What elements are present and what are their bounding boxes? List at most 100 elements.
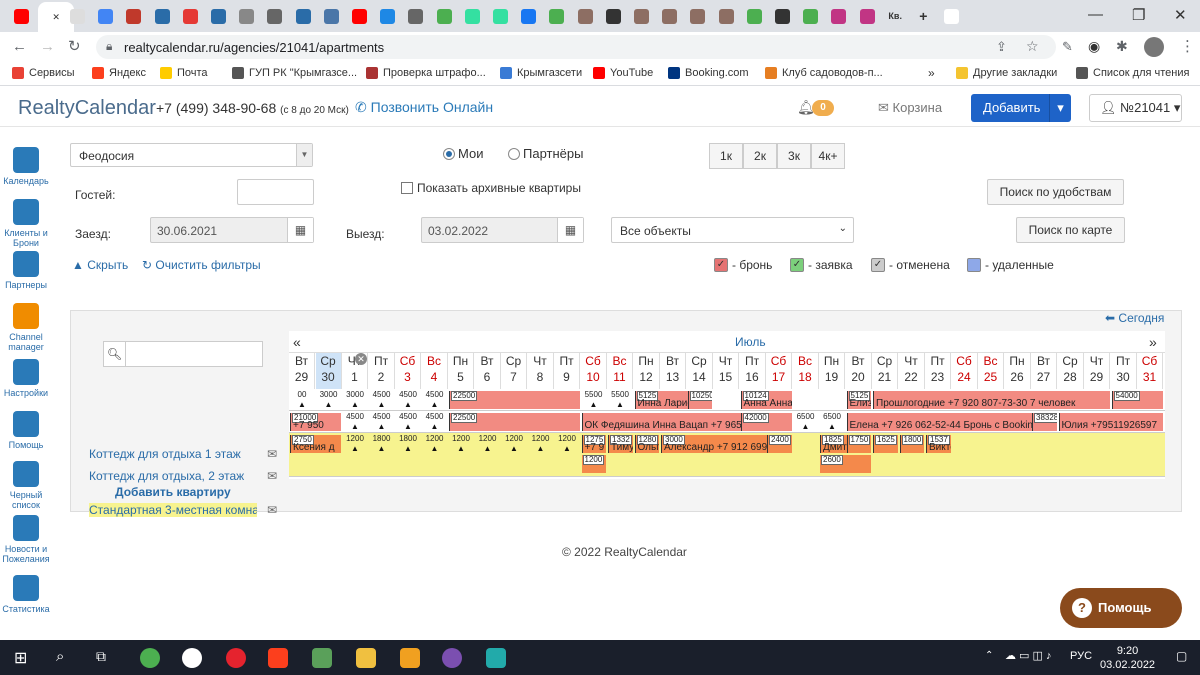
checkbox-icon[interactable]	[401, 182, 413, 194]
checkin-input[interactable]: 30.06.2021 ▦	[150, 217, 314, 243]
day-column-header[interactable]: Вт 20	[846, 353, 872, 389]
minimize-icon[interactable]: —	[1088, 6, 1103, 23]
day-column-header[interactable]: Ср 14	[687, 353, 713, 389]
rooms-button[interactable]: 1к	[709, 143, 743, 169]
browser-tab[interactable]	[236, 4, 258, 28]
reload-icon[interactable]: ↻	[68, 37, 81, 55]
browser-tab[interactable]	[405, 4, 427, 28]
photos-icon[interactable]	[312, 648, 332, 668]
envelope-icon[interactable]: ✉	[267, 447, 277, 461]
browser-tab[interactable]	[743, 4, 765, 28]
search-icon[interactable]: 🔍︎	[104, 342, 126, 366]
browser-tab[interactable]	[546, 4, 568, 28]
add-apartment-link[interactable]: Добавить квартиру	[115, 485, 231, 499]
envelope-icon[interactable]: ✉	[267, 469, 277, 483]
notification-center-icon[interactable]: ▢	[1176, 649, 1187, 663]
day-price[interactable]: 4500	[422, 412, 448, 421]
day-price[interactable]: 1200	[528, 434, 554, 443]
clear-filters-link[interactable]: ↻ Очистить фильтры	[142, 258, 261, 272]
bookmark-item[interactable]: YouTube	[593, 67, 653, 79]
browser-tab[interactable]	[602, 4, 624, 28]
apartment-name-link[interactable]: Коттедж для отдыха, 2 этаж	[89, 469, 257, 483]
day-price[interactable]: 5500	[607, 390, 633, 399]
day-price[interactable]: 3000	[342, 390, 368, 399]
browser-tab[interactable]: +	[912, 4, 934, 28]
booking-bar[interactable]: 54000	[1111, 391, 1163, 409]
booking-bar[interactable]: Прошлогодние +7 920 807-73-30 7 человек	[873, 391, 1110, 409]
browser-tab[interactable]	[292, 4, 314, 28]
booking-bar[interactable]: Юлия +79511926597	[1058, 413, 1163, 431]
browser-tab[interactable]	[941, 4, 963, 28]
day-column-header[interactable]: Ср 21	[872, 353, 898, 389]
day-column-header[interactable]: Ср 28	[1058, 353, 1084, 389]
browser-tab[interactable]	[771, 4, 793, 28]
extension-eye-icon[interactable]: ◉	[1088, 38, 1100, 55]
more-bookmarks-icon[interactable]: »	[928, 66, 935, 80]
day-price[interactable]: 1800	[395, 434, 421, 443]
back-icon[interactable]: ←	[12, 38, 27, 55]
yandex-icon[interactable]	[268, 648, 288, 668]
chrome-icon[interactable]	[140, 648, 160, 668]
browser-tab[interactable]	[179, 4, 201, 28]
day-price[interactable]: 1800	[369, 434, 395, 443]
extension-pen-icon[interactable]: ✎	[1062, 39, 1073, 55]
radio-mine[interactable]: Мои	[443, 146, 483, 161]
browser-tab[interactable]	[828, 4, 850, 28]
day-price[interactable]: 1200	[422, 434, 448, 443]
tray-chevron-icon[interactable]: ⌃	[985, 650, 993, 661]
day-column-header[interactable]: Чт 22	[899, 353, 925, 389]
day-column-header[interactable]: Вт 6	[475, 353, 501, 389]
day-column-header[interactable]: Сб 17	[766, 353, 792, 389]
day-column-header[interactable]: Вт 13	[660, 353, 686, 389]
day-column-header[interactable]: Вс 25	[978, 353, 1004, 389]
bookmark-item[interactable]: Другие закладки	[956, 67, 1057, 79]
browser-tab[interactable]	[151, 4, 173, 28]
search-icon[interactable]: ⌕	[56, 648, 64, 665]
sidebar-item-calendar[interactable]: Календарь	[0, 147, 52, 186]
day-column-header[interactable]: Пт 9	[554, 353, 580, 389]
browser-tab[interactable]	[687, 4, 709, 28]
radio-unchecked-icon[interactable]	[508, 147, 520, 160]
browser-tab[interactable]	[715, 4, 737, 28]
booking-bar[interactable]: 1332Тимуров	[608, 435, 633, 453]
day-column-header[interactable]: Сб 31	[1137, 353, 1163, 389]
file-explorer-icon[interactable]	[356, 648, 376, 668]
checkout-input[interactable]: 03.02.2022 ▦	[421, 217, 584, 243]
day-column-header[interactable]: Пт 23	[925, 353, 951, 389]
app-logo[interactable]: RealtyCalendar	[18, 97, 156, 120]
app-icon[interactable]	[486, 648, 506, 668]
browser-tab[interactable]	[461, 4, 483, 28]
booking-bar[interactable]: Елена +7 926 062-52-44 Бронь с Booking.c…	[846, 413, 1057, 431]
day-price[interactable]: 4500	[422, 390, 448, 399]
booking-bar[interactable]: 1200	[581, 455, 606, 473]
day-price[interactable]: 5500	[581, 390, 607, 399]
day-column-header[interactable]: Пт 16	[740, 353, 766, 389]
day-column-header[interactable]: Сб 10	[581, 353, 607, 389]
rooms-button[interactable]: 4к+	[811, 143, 845, 169]
day-column-header[interactable]: Пн 5	[448, 353, 474, 389]
day-column-header[interactable]: Пт 2	[369, 353, 395, 389]
sidebar-item-settings[interactable]: Настройки	[0, 359, 52, 398]
booking-bar[interactable]: 42000	[740, 413, 792, 431]
day-price[interactable]: 1200	[501, 434, 527, 443]
opera-icon[interactable]	[226, 648, 246, 668]
task-view-icon[interactable]: ⧉	[96, 648, 106, 665]
day-column-header[interactable]: Пн 19	[819, 353, 845, 389]
day-price[interactable]: 4500	[369, 390, 395, 399]
browser-tab[interactable]	[10, 4, 32, 28]
account-menu[interactable]: 👤︎ №21041 ▾	[1089, 94, 1182, 122]
browser-tab[interactable]	[377, 4, 399, 28]
day-column-header[interactable]: Сб 24	[952, 353, 978, 389]
forward-icon[interactable]: →	[40, 38, 55, 55]
apartment-name-link[interactable]: Стандартная 3-местная комната	[89, 503, 257, 517]
booking-bar[interactable]: 21000 +7 950	[290, 413, 341, 431]
extensions-puzzle-icon[interactable]: ✱	[1116, 38, 1128, 55]
bookmark-item[interactable]: Яндекс	[92, 67, 146, 79]
language-indicator[interactable]: РУС	[1070, 650, 1092, 662]
share-icon[interactable]: ⇪	[996, 39, 1007, 55]
browser-tab[interactable]	[123, 4, 145, 28]
booking-bar[interactable]: 22500	[449, 413, 580, 431]
bookmark-item[interactable]: Сервисы	[12, 67, 75, 79]
bookmark-item[interactable]: ГУП РК "Крымгазсе...	[232, 67, 357, 79]
browser-tab[interactable]	[348, 4, 370, 28]
